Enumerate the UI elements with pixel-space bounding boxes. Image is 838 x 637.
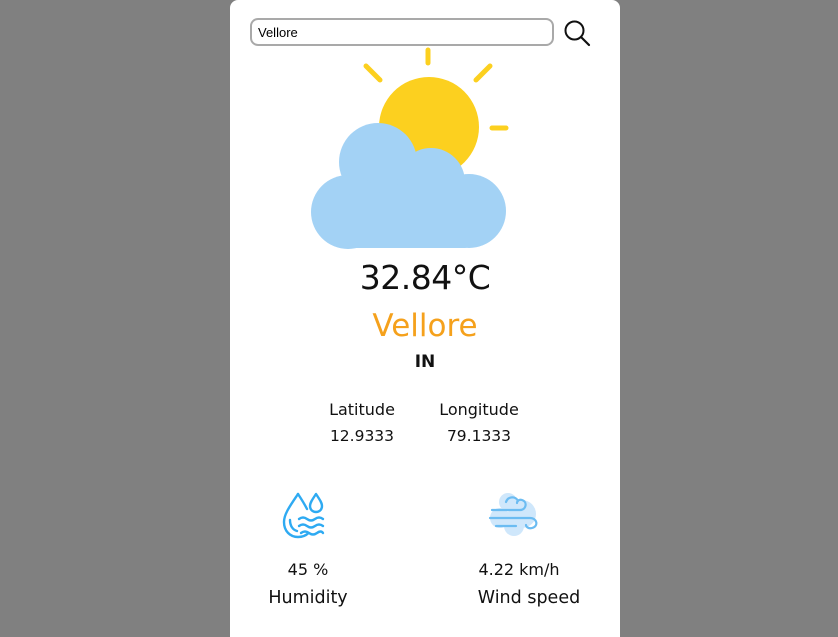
search-input[interactable] [250,18,554,46]
longitude: Longitude 79.1333 [434,400,524,445]
cloud-shape [311,123,506,249]
wind-icon [488,493,538,536]
country-code: IN [414,352,436,372]
latitude-label: Latitude [329,400,395,419]
latitude-value: 12.9333 [329,427,395,445]
wind-speed-label: Wind speed [477,588,581,608]
partly-cloudy-icon [311,47,509,249]
search-button[interactable] [562,18,592,48]
weather-card: 32.84°C Vellore IN Latitude 12.9333 Long… [230,0,620,637]
wind-speed-value: 4.22 km/h [478,560,560,579]
humidity-icon [282,492,325,539]
humidity-label: Humidity [268,588,348,608]
temperature: 32.84°C [359,258,491,297]
latitude: Latitude 12.9333 [320,400,404,445]
longitude-value: 79.1333 [446,427,512,445]
humidity-value: 45 % [287,560,329,579]
search-icon [564,20,591,47]
longitude-label: Longitude [439,400,519,419]
city-name: Vellore [372,308,478,344]
